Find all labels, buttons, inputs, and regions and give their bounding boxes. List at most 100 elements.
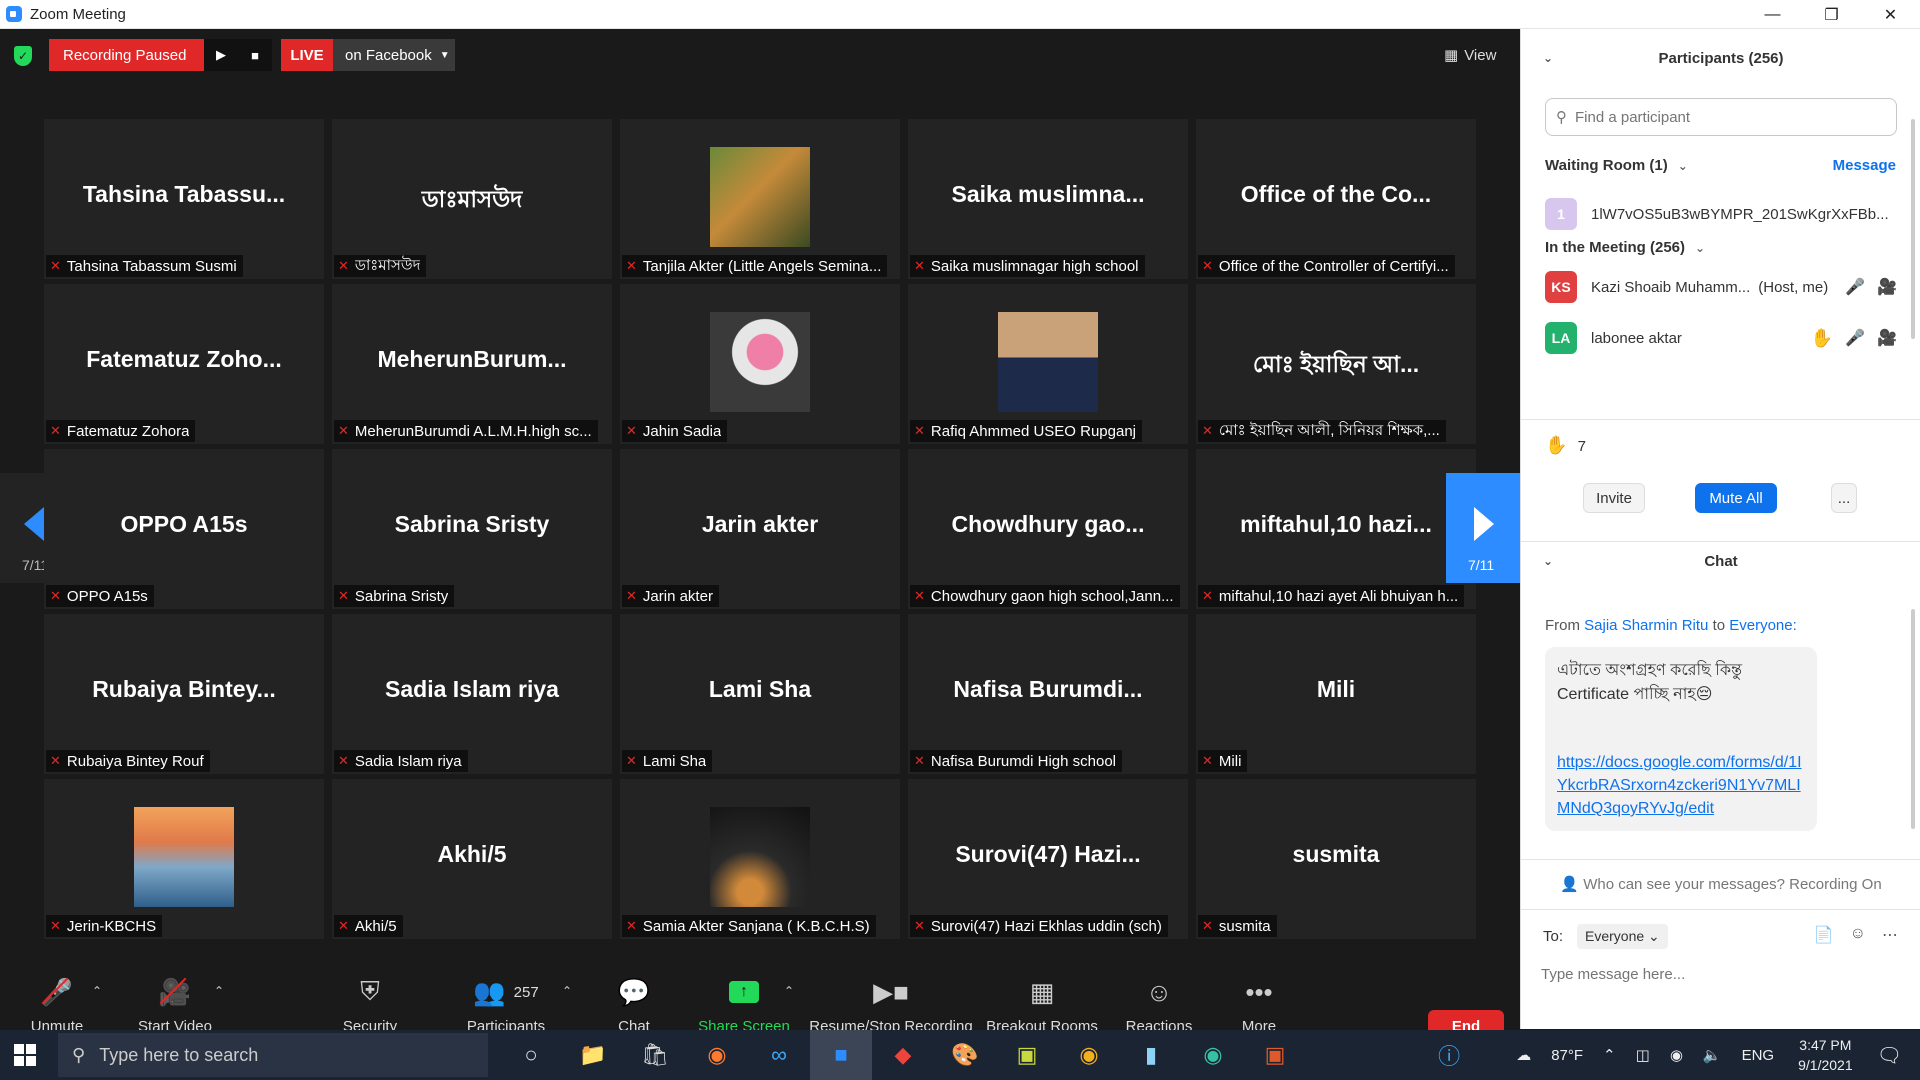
microphone-muted-icon: ✕ (914, 588, 925, 603)
taskbar-clock[interactable]: 3:47 PM 9/1/2021 (1798, 1035, 1853, 1075)
file-explorer-icon[interactable]: 📁 (562, 1030, 624, 1080)
more-options-button[interactable]: ... (1831, 483, 1857, 513)
windows-start-icon[interactable] (14, 1044, 36, 1066)
tile-display-name: Sabrina Sristy (394, 511, 550, 537)
search-icon: ⚲ (72, 1044, 86, 1065)
in-meeting-header[interactable]: In the Meeting (256) ⌄ (1545, 239, 1705, 256)
task-view-icon[interactable]: ○ (500, 1030, 562, 1080)
firefox-icon[interactable]: ◉ (686, 1030, 748, 1080)
more-icon[interactable]: ⋯ (1882, 925, 1898, 945)
collapse-chevron-icon[interactable]: ⌄ (1543, 554, 1553, 568)
video-tile[interactable]: Lami Sha ✕ Lami Sha (620, 614, 900, 774)
video-tile[interactable]: Jarin akter ✕ Jarin akter (620, 449, 900, 609)
video-tile[interactable]: Tahsina Tabassu... ✕ Tahsina Tabassum Susm… (44, 119, 324, 279)
video-tile[interactable]: MeherunBurum... ✕ MeherunBurumdi A.L.M.H.h… (332, 284, 612, 444)
anydesk-icon[interactable]: ◆ (872, 1030, 934, 1080)
participant-row[interactable]: LA labonee aktar ✋ 🎤 🎥 (1545, 320, 1905, 356)
view-button[interactable]: ▦ View (1444, 41, 1496, 69)
waiting-participant-row[interactable]: 1 1lW7vOS5uB3wBYMPR_201SwKgrXxFBb... (1545, 196, 1905, 232)
live-target-dropdown[interactable]: on Facebook ▼ (333, 39, 455, 71)
message-link[interactable]: Message (1833, 157, 1896, 174)
tile-name-label: ✕ Nafisa Burumdi High school (910, 750, 1122, 772)
participant-tag: (Host, me) (1758, 278, 1829, 296)
who-can-see-line[interactable]: 👤 Who can see your messages? Recording O… (1521, 875, 1920, 893)
restore-button[interactable]: ❐ (1802, 0, 1861, 29)
file-icon[interactable]: 📄 (1814, 925, 1834, 945)
ellipsis-icon: ••• (1245, 976, 1273, 1007)
video-tile[interactable]: Sadia Islam riya ✕ Sadia Islam riya (332, 614, 612, 774)
chat-scrollbar[interactable] (1911, 609, 1915, 829)
audio-options-caret[interactable]: ⌃ (92, 984, 102, 998)
next-page-button[interactable]: 7/11 (1446, 473, 1520, 583)
language-indicator[interactable]: ENG (1742, 1047, 1775, 1064)
edge-icon[interactable]: ◉ (1182, 1030, 1244, 1080)
participants-scrollbar[interactable] (1911, 119, 1915, 339)
video-tile[interactable]: Fatematuz Zoho... ✕ Fatematuz Zohora (44, 284, 324, 444)
notifications-icon[interactable]: 🗨 (1877, 1043, 1902, 1068)
video-tile[interactable]: Rubaiya Bintey... ✕ Rubaiya Bintey Rouf (44, 614, 324, 774)
wifi-icon[interactable]: ◉ (1670, 1046, 1683, 1064)
invite-button[interactable]: Invite (1583, 483, 1645, 513)
shield-icon[interactable]: ✓ (14, 46, 32, 66)
battery-icon[interactable]: ◫ (1636, 1046, 1650, 1064)
video-tile[interactable]: ✕ Samia Akter Sanjana ( K.B.C.H.S) (620, 779, 900, 939)
video-tile[interactable]: susmita ✕ susmita (1196, 779, 1476, 939)
video-tile[interactable]: Surovi(47) Hazi... ✕ Surovi(47) Hazi Ekhla… (908, 779, 1188, 939)
close-button[interactable]: ✕ (1861, 0, 1920, 29)
video-tile[interactable]: Sabrina Sristy ✕ Sabrina Sristy (332, 449, 612, 609)
recipient-select[interactable]: Everyone ⌄ (1577, 924, 1668, 949)
to-recipient: To: Everyone ⌄ (1543, 924, 1668, 949)
search-input[interactable] (1575, 108, 1875, 126)
tray-chevron-icon[interactable]: ⌃ (1603, 1046, 1616, 1064)
stop-recording-button[interactable]: ■ (238, 39, 272, 71)
video-tile[interactable]: ✕ Jahin Sadia (620, 284, 900, 444)
participants-options-caret[interactable]: ⌃ (562, 984, 572, 998)
video-tile[interactable]: Nafisa Burumdi... ✕ Nafisa Burumdi High sc… (908, 614, 1188, 774)
weather-temp[interactable]: 87°F (1551, 1047, 1583, 1064)
video-tile[interactable]: miftahul,10 hazi... ✕ miftahul,10 hazi aye… (1196, 449, 1476, 609)
chat-message-input[interactable] (1541, 959, 1901, 989)
chrome-icon[interactable]: ◉ (1058, 1030, 1120, 1080)
video-tile[interactable]: ✕ Tanjila Akter (Little Angels Semina... (620, 119, 900, 279)
participant-row-host[interactable]: KS Kazi Shoaib Muhamm... (Host, me) 🎤 🎥 (1545, 269, 1905, 305)
video-tile[interactable]: Mili ✕ Mili (1196, 614, 1476, 774)
chat-link[interactable]: https://docs.google.com/forms/d/1IYkcrbR… (1557, 751, 1805, 820)
help-icon[interactable]: ⓘ (1438, 1039, 1460, 1071)
minimize-button[interactable]: — (1743, 0, 1802, 29)
emoji-icon[interactable]: ☺ (1850, 925, 1866, 945)
powerpoint-icon[interactable]: ▣ (1244, 1030, 1306, 1080)
participants-count: 257 (513, 983, 539, 1001)
infinity-app-icon[interactable]: ∞ (748, 1030, 810, 1080)
video-tile[interactable]: ✕ Jerin-KBCHS (44, 779, 324, 939)
video-tile[interactable]: Saika muslimna... ✕ Saika muslimnagar high… (908, 119, 1188, 279)
video-options-caret[interactable]: ⌃ (214, 984, 224, 998)
paint-icon[interactable]: 🎨 (934, 1030, 996, 1080)
taskbar-search[interactable]: ⚲ Type here to search (58, 1033, 488, 1077)
image-app-icon[interactable]: ▣ (996, 1030, 1058, 1080)
video-tile[interactable]: ✕ Rafiq Ahmmed USEO Rupganj (908, 284, 1188, 444)
resume-recording-button[interactable]: ▶ (204, 39, 238, 71)
zoom-taskbar-icon[interactable]: ■ (810, 1030, 872, 1080)
participant-search[interactable]: ⚲ (1545, 98, 1897, 136)
chat-recipient[interactable]: Everyone: (1729, 617, 1797, 634)
chat-sender[interactable]: Sajia Sharmin Ritu (1584, 617, 1708, 634)
video-tile[interactable]: Chowdhury gao... ✕ Chowdhury gaon high sch… (908, 449, 1188, 609)
video-tile[interactable]: Office of the Co... ✕ Office of the Contro… (1196, 119, 1476, 279)
video-tile[interactable]: Akhi/5 ✕ Akhi/5 (332, 779, 612, 939)
volume-icon[interactable]: 🔈 (1703, 1046, 1722, 1064)
tile-name-label: ✕ Sabrina Sristy (334, 585, 455, 607)
waiting-room-header[interactable]: Waiting Room (1) ⌄ (1545, 157, 1688, 174)
tile-name-label: ✕ Akhi/5 (334, 915, 403, 937)
collapse-chevron-icon[interactable]: ⌄ (1543, 51, 1553, 65)
notes-app-icon[interactable]: ▮ (1120, 1030, 1182, 1080)
microphone-muted-icon: ✕ (338, 918, 349, 933)
view-label: View (1464, 46, 1497, 64)
video-tile[interactable]: ডাঃমাসউদ ✕ ডাঃমাসউদ (332, 119, 612, 279)
mute-all-button[interactable]: Mute All (1695, 483, 1777, 513)
share-options-caret[interactable]: ⌃ (784, 984, 794, 998)
video-tile[interactable]: মোঃ ইয়াছিন আ... ✕ মোঃ ইয়াছিন আলী, সিনিয়… (1196, 284, 1476, 444)
weather-icon[interactable]: ☁ (1516, 1046, 1531, 1064)
avatar: LA (1545, 322, 1577, 354)
video-tile[interactable]: OPPO A15s ✕ OPPO A15s (44, 449, 324, 609)
store-icon[interactable]: 🛍 (624, 1030, 686, 1080)
